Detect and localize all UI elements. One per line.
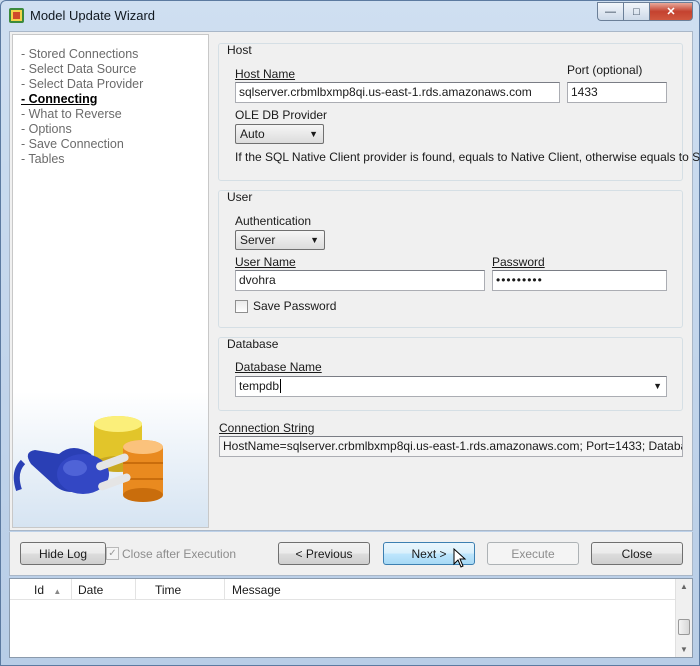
close-after-execution-label: Close after Execution: [122, 547, 237, 561]
user-group-title: User: [227, 190, 253, 204]
authentication-label: Authentication: [235, 214, 312, 228]
action-bar: Hide Log ✓ Close after Execution < Previ…: [9, 532, 693, 576]
step-connecting[interactable]: - Connecting: [21, 92, 208, 107]
host-group-title: Host: [227, 43, 252, 57]
ole-db-provider-select[interactable]: Auto ▼: [235, 124, 324, 144]
log-column-message[interactable]: Message: [226, 579, 675, 600]
step-select-data-source[interactable]: - Select Data Source: [21, 62, 208, 77]
database-plug-icon: [13, 416, 163, 502]
password-input[interactable]: •••••••••: [492, 270, 667, 291]
minimize-icon: —: [605, 5, 616, 18]
wizard-illustration: [13, 392, 208, 527]
window-controls: — □ ✕: [597, 2, 693, 21]
wizard-steps: - Stored Connections - Select Data Sourc…: [13, 35, 208, 167]
log-column-id[interactable]: Id ▲: [10, 579, 72, 600]
step-select-data-provider[interactable]: - Select Data Provider: [21, 77, 208, 92]
hide-log-button[interactable]: Hide Log: [20, 542, 106, 565]
port-label: Port (optional): [567, 63, 643, 77]
close-after-execution-checkbox[interactable]: ✓: [106, 547, 119, 560]
mouse-pointer-icon: [453, 548, 467, 568]
connection-string-label: Connection String: [219, 421, 315, 435]
step-options[interactable]: - Options: [21, 122, 208, 137]
user-group: User Authentication Server ▼ User Name d…: [218, 190, 683, 328]
provider-note: If the SQL Native Client provider is fou…: [235, 150, 700, 164]
text-cursor: [280, 379, 282, 393]
step-tables[interactable]: - Tables: [21, 152, 208, 167]
maximize-icon: □: [633, 5, 640, 18]
user-name-label: User Name: [235, 255, 296, 269]
maximize-button[interactable]: □: [623, 2, 649, 21]
minimize-button[interactable]: —: [597, 2, 623, 21]
log-panel: Id ▲ Date Time Message ▲ ▼: [9, 578, 693, 658]
database-name-label: Database Name: [235, 360, 322, 374]
port-input[interactable]: 1433: [567, 82, 667, 103]
execute-button[interactable]: Execute: [487, 542, 579, 565]
password-label: Password: [492, 255, 545, 269]
scroll-thumb[interactable]: [678, 619, 690, 635]
user-name-input[interactable]: dvohra: [235, 270, 485, 291]
authentication-select[interactable]: Server ▼: [235, 230, 325, 250]
step-save-connection[interactable]: - Save Connection: [21, 137, 208, 152]
close-button[interactable]: Close: [591, 542, 683, 565]
log-header: Id ▲ Date Time Message: [10, 579, 675, 600]
database-name-combo[interactable]: tempdb ▼: [235, 376, 667, 397]
scroll-down-icon[interactable]: ▼: [676, 645, 692, 654]
database-group-title: Database: [227, 337, 279, 351]
step-what-to-reverse[interactable]: - What to Reverse: [21, 107, 208, 122]
step-stored-connections[interactable]: - Stored Connections: [21, 47, 208, 62]
host-name-label: Host Name: [235, 67, 296, 81]
chevron-down-icon: ▼: [310, 235, 319, 245]
wizard-steps-panel: - Stored Connections - Select Data Sourc…: [12, 34, 209, 528]
chevron-down-icon: ▼: [309, 129, 318, 139]
close-window-button[interactable]: ✕: [649, 2, 693, 21]
previous-button[interactable]: < Previous: [278, 542, 370, 565]
host-name-input[interactable]: sqlserver.crbmlbxmp8qi.us-east-1.rds.ama…: [235, 82, 560, 103]
database-group: Database Database Name tempdb ▼: [218, 337, 683, 411]
ole-db-provider-label: OLE DB Provider: [235, 108, 328, 122]
chevron-down-icon: ▼: [653, 381, 662, 391]
sort-ascending-icon: ▲: [53, 587, 62, 596]
window-title: Model Update Wizard: [30, 8, 155, 23]
log-column-date[interactable]: Date: [72, 579, 136, 600]
wizard-body: - Stored Connections - Select Data Sourc…: [9, 31, 700, 531]
connection-string-field[interactable]: HostName=sqlserver.crbmlbxmp8qi.us-east-…: [219, 436, 683, 457]
save-password-checkbox[interactable]: [235, 300, 248, 313]
ole-db-provider-value: Auto: [240, 127, 265, 141]
host-group: Host Host Name sqlserver.crbmlbxmp8qi.us…: [218, 43, 700, 181]
wizard-window: Model Update Wizard — □ ✕ - Stored Conne…: [0, 0, 700, 666]
save-password-label: Save Password: [253, 299, 337, 313]
log-scrollbar[interactable]: ▲ ▼: [675, 579, 692, 657]
title-bar[interactable]: Model Update Wizard — □ ✕: [1, 1, 699, 30]
log-column-time[interactable]: Time: [149, 579, 225, 600]
database-name-value: tempdb: [239, 379, 280, 393]
authentication-value: Server: [240, 233, 276, 247]
scroll-up-icon[interactable]: ▲: [676, 582, 692, 591]
close-icon: ✕: [666, 6, 676, 18]
app-icon: [9, 8, 24, 23]
